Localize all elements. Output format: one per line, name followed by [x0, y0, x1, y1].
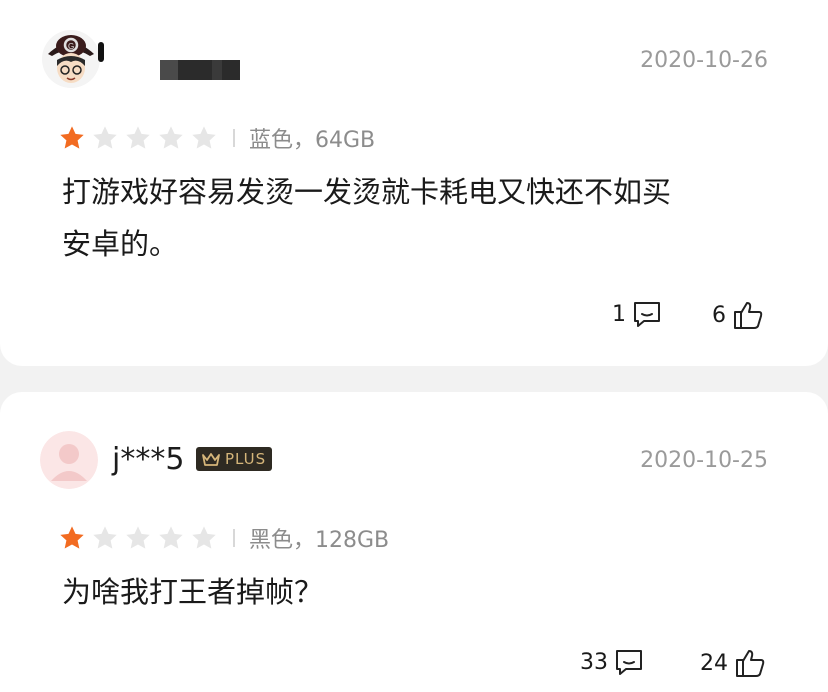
username[interactable]: j***5: [112, 442, 184, 477]
star-empty-icon: [93, 126, 117, 149]
variant-label: 蓝色，64GB: [249, 128, 376, 153]
review-card: G 2020-10-26 蓝色，64GB 打游戏好容易发烫一发烫就卡耗电又快还不…: [0, 0, 828, 366]
review-card: j***5 PLUS 2020-10-25 黑色，128GB 为啥我打王者掉帧？…: [0, 392, 828, 692]
svg-text:G: G: [68, 42, 74, 51]
comment-count: 33: [580, 649, 608, 675]
divider: [233, 529, 235, 547]
rating-stars: 黑色，128GB: [58, 522, 389, 554]
star-empty-icon: [192, 526, 216, 549]
comment-count-button[interactable]: 1: [612, 300, 662, 328]
star-empty-icon: [126, 126, 150, 149]
plus-member-badge: PLUS: [196, 447, 273, 471]
star-filled-icon: [60, 526, 84, 549]
variant-label: 黑色，128GB: [249, 528, 390, 553]
star-empty-icon: [159, 126, 183, 149]
plus-badge-label: PLUS: [225, 450, 267, 468]
review-date: 2020-10-25: [640, 448, 768, 473]
avatar[interactable]: G: [42, 30, 100, 88]
comment-icon: [616, 650, 642, 675]
star-empty-icon: [93, 526, 117, 549]
star-empty-icon: [192, 126, 216, 149]
crown-icon: [202, 453, 220, 466]
like-count: 24: [700, 650, 728, 676]
like-button[interactable]: 24: [700, 648, 766, 678]
comment-count: 1: [612, 301, 626, 327]
divider: [233, 129, 235, 147]
thumbs-up-icon: [736, 650, 765, 677]
username-cursor-mark: [98, 42, 104, 62]
star-filled-icon: [60, 126, 84, 149]
like-button[interactable]: 6: [712, 300, 764, 330]
like-count: 6: [712, 302, 726, 328]
review-text: 打游戏好容易发烫一发烫就卡耗电又快还不如买 安卓的。: [62, 166, 782, 270]
thumbs-up-icon: [734, 302, 763, 329]
rating-stars: 蓝色，64GB: [58, 122, 375, 154]
username-redacted: [160, 60, 240, 80]
star-empty-icon: [126, 526, 150, 549]
review-text-line: 安卓的。: [62, 227, 179, 261]
review-date: 2020-10-26: [640, 48, 768, 73]
comment-icon: [634, 302, 660, 327]
comment-count-button[interactable]: 33: [580, 648, 644, 676]
review-text: 为啥我打王者掉帧？: [62, 566, 782, 618]
star-empty-icon: [159, 526, 183, 549]
review-text-line: 打游戏好容易发烫一发烫就卡耗电又快还不如买: [62, 175, 672, 209]
avatar[interactable]: [40, 431, 98, 489]
review-text-line: 为啥我打王者掉帧？: [62, 575, 324, 609]
